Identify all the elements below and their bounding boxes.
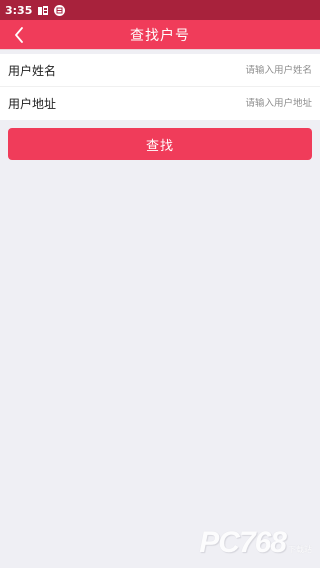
name-row: 用户姓名	[0, 54, 320, 87]
address-label: 用户地址	[8, 97, 57, 111]
watermark-logo: PC768 下载站	[199, 528, 312, 558]
chevron-left-icon	[15, 27, 23, 43]
sim-icon	[54, 4, 66, 16]
nav-bar: 查找户号	[0, 20, 320, 50]
address-row: 用户地址	[0, 87, 320, 120]
watermark-text: PC768	[199, 526, 287, 559]
address-input[interactable]	[172, 98, 312, 109]
watermark-sub: 下载站	[288, 545, 312, 554]
status-bar: 3:35	[0, 0, 320, 20]
notification-icon	[37, 5, 49, 16]
name-label: 用户姓名	[8, 63, 57, 78]
search-form: 用户姓名 用户地址	[0, 54, 320, 120]
status-time: 3:35	[5, 3, 33, 17]
name-input[interactable]	[172, 64, 312, 76]
back-button[interactable]	[7, 20, 31, 50]
search-button[interactable]: 查找	[8, 128, 312, 160]
page-title: 查找户号	[130, 27, 190, 44]
